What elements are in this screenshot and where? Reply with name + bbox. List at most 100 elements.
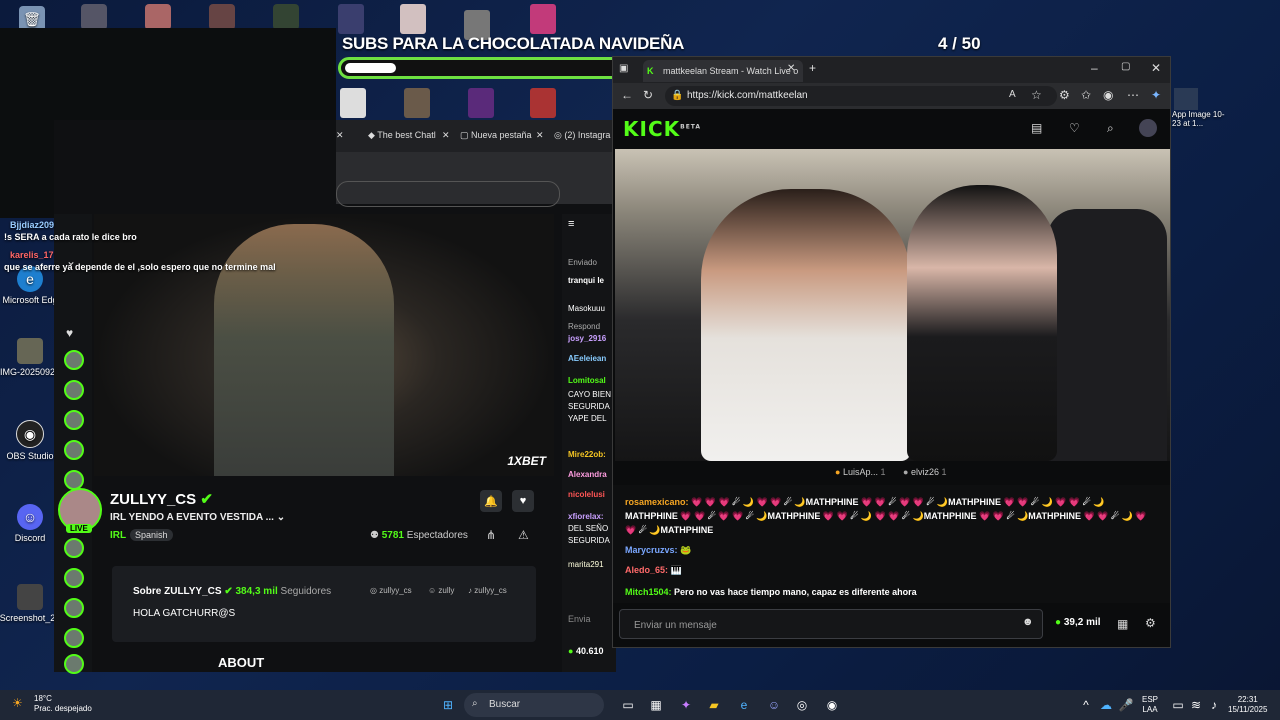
report-icon[interactable]: ⚠: [518, 528, 529, 542]
channel-avatar[interactable]: [64, 568, 84, 588]
channel-avatar[interactable]: [64, 654, 84, 674]
notification-bell-button[interactable]: 🔔: [480, 490, 502, 512]
chat-fragment: nicolelusi: [568, 490, 605, 499]
chat-fragment: SEGURIDA: [568, 536, 610, 545]
chevron-up-icon[interactable]: ^: [1076, 695, 1096, 715]
more-options-icon[interactable]: ⋯: [1127, 88, 1139, 102]
kick-logo[interactable]: KICKBETA: [623, 117, 701, 141]
desktop-icon-obs[interactable]: ◉ OBS Studio: [0, 420, 62, 461]
channel-info: LIVE ZULLYY_CS ✔ IRL YENDO A EVENTO VEST…: [58, 484, 538, 554]
close-tab-icon[interactable]: ✕: [787, 63, 795, 74]
address-bar[interactable]: 🔒 https://kick.com/mattkeelan: [665, 86, 1057, 106]
chat-input[interactable]: [632, 616, 1016, 634]
store-icon[interactable]: ▦: [646, 695, 666, 715]
desktop-icon-app-image[interactable]: App Image 10-23 at 1...: [1172, 88, 1232, 128]
edge-icon[interactable]: e: [734, 695, 754, 715]
viewer-chip[interactable]: ● elviz26 1: [903, 467, 947, 477]
about-message: HOLA GATCHURR@S: [133, 608, 236, 619]
desktop-icon-screenshot[interactable]: Screenshot_20: [0, 584, 62, 623]
channel-avatar[interactable]: [64, 350, 84, 370]
channel-avatar[interactable]: [64, 628, 84, 648]
file-explorer-icon[interactable]: ▰: [704, 695, 724, 715]
close-window-icon[interactable]: ✕: [1151, 61, 1161, 75]
language-indicator[interactable]: ESP LAA: [1142, 695, 1158, 715]
copilot-icon[interactable]: ✦: [1151, 88, 1161, 102]
close-icon[interactable]: ✕: [536, 130, 544, 141]
channel-name[interactable]: ZULLYY_CS: [110, 491, 196, 508]
chat-input-fragment[interactable]: Envia: [568, 614, 591, 624]
social-instagram[interactable]: ◎ zullyy_cs: [370, 586, 412, 595]
tab-chatl[interactable]: ◆ The best Chatl: [368, 130, 436, 141]
share-icon[interactable]: ⋔: [486, 528, 496, 542]
onedrive-icon[interactable]: ☁: [1096, 695, 1116, 715]
chat-message: Aledo_65: 🎹: [625, 565, 682, 575]
close-icon[interactable]: ✕: [442, 130, 450, 141]
tab-actions-icon[interactable]: ▣: [619, 63, 628, 74]
obs-icon[interactable]: ◉: [822, 695, 842, 715]
tab-nueva-pestana[interactable]: ▢ Nueva pestaña: [460, 130, 532, 141]
chat-fragment: Masokuuu: [568, 304, 605, 313]
store-icon[interactable]: ▦: [1117, 617, 1128, 631]
clock[interactable]: 22:31 15/11/2025: [1228, 695, 1267, 715]
start-icon[interactable]: ⊞: [438, 695, 458, 715]
desktop-icon-discord[interactable]: ☺ Discord: [0, 504, 62, 543]
channel-avatar[interactable]: [64, 440, 84, 460]
tab-kick-stream[interactable]: K mattkeelan Stream - Watch Live o: [643, 60, 803, 82]
channel-avatar[interactable]: [64, 410, 84, 430]
chat-fragment: marita291: [568, 560, 604, 569]
bell-icon: 🔔: [484, 495, 498, 508]
copilot-icon[interactable]: ✦: [676, 695, 696, 715]
follow-button[interactable]: ♥: [512, 490, 534, 512]
heart-icon[interactable]: ♡: [1069, 121, 1080, 135]
favorites-bar-icon[interactable]: ✩: [1081, 88, 1091, 102]
viewer-count: ⚉ 5781 Espectadores: [370, 530, 468, 541]
discord-icon[interactable]: ☺: [764, 695, 784, 715]
social-discord[interactable]: ☺ zully: [428, 586, 454, 595]
app-icon[interactable]: ◎: [792, 695, 812, 715]
thumbnail: [530, 88, 556, 118]
chevron-down-icon[interactable]: ⌄: [277, 512, 285, 523]
back-icon[interactable]: ←: [621, 88, 633, 102]
weather-widget[interactable]: ☀ 18°C Prac. despejado: [12, 694, 92, 714]
emoji-icon[interactable]: ☻: [1022, 616, 1034, 628]
user-avatar[interactable]: [1139, 119, 1157, 137]
search-icon[interactable]: ⌕: [1107, 121, 1114, 136]
maximize-icon[interactable]: ▢: [1121, 61, 1130, 72]
extensions-icon[interactable]: ⚙: [1059, 88, 1070, 102]
display-icon[interactable]: ▭: [1168, 695, 1188, 715]
task-view-icon[interactable]: ▭: [618, 695, 638, 715]
social-tiktok[interactable]: ♪ zullyy_cs: [468, 586, 507, 595]
favorite-icon[interactable]: ☆: [1031, 88, 1042, 102]
taskbar: ☀ 18°C Prac. despejado ⊞ ⌕ Buscar ▭ ▦ ✦ …: [0, 690, 1280, 720]
sponsor-logo: 1XBET: [507, 454, 546, 468]
viewer-chip[interactable]: ● LuisAp... 1: [835, 467, 886, 477]
settings-gear-icon[interactable]: ⚙: [1145, 616, 1156, 630]
tab-instagram[interactable]: ◎ (2) Instagra: [554, 130, 610, 141]
category-link[interactable]: IRL: [110, 530, 126, 541]
refresh-icon[interactable]: ↻: [643, 88, 653, 102]
desktop-icon-img[interactable]: IMG-20250928: [0, 338, 62, 377]
profile-icon[interactable]: ◉: [1103, 88, 1113, 102]
chat-fragment: DEL SEÑO: [568, 524, 609, 533]
stream-video-player[interactable]: [615, 149, 1170, 461]
menu-icon[interactable]: ≡: [568, 218, 574, 230]
live-badge: LIVE: [66, 524, 92, 533]
microphone-icon[interactable]: 🎤: [1116, 695, 1136, 715]
network-icon[interactable]: ≋: [1186, 695, 1206, 715]
new-tab-icon[interactable]: +: [809, 61, 816, 75]
read-aloud-icon[interactable]: A: [1009, 89, 1016, 100]
followers-label: Seguidores: [280, 586, 332, 597]
search-pill[interactable]: [336, 181, 560, 207]
language-tag[interactable]: Spanish: [130, 529, 173, 541]
volume-icon[interactable]: ♪: [1204, 695, 1224, 715]
taskbar-search[interactable]: ⌕ Buscar: [464, 693, 604, 717]
verified-icon: ✔: [224, 586, 233, 597]
stream-title: IRL YENDO A EVENTO VESTIDA ...: [110, 512, 274, 523]
channel-avatar[interactable]: [64, 598, 84, 618]
back-browser-toolbar: [336, 152, 616, 207]
minimize-icon[interactable]: –: [1091, 61, 1098, 75]
channel-avatar[interactable]: [64, 380, 84, 400]
kick-favicon-icon: K: [647, 66, 654, 76]
library-icon[interactable]: ▤: [1031, 121, 1042, 135]
viewers-icon: ⚉: [370, 530, 379, 541]
